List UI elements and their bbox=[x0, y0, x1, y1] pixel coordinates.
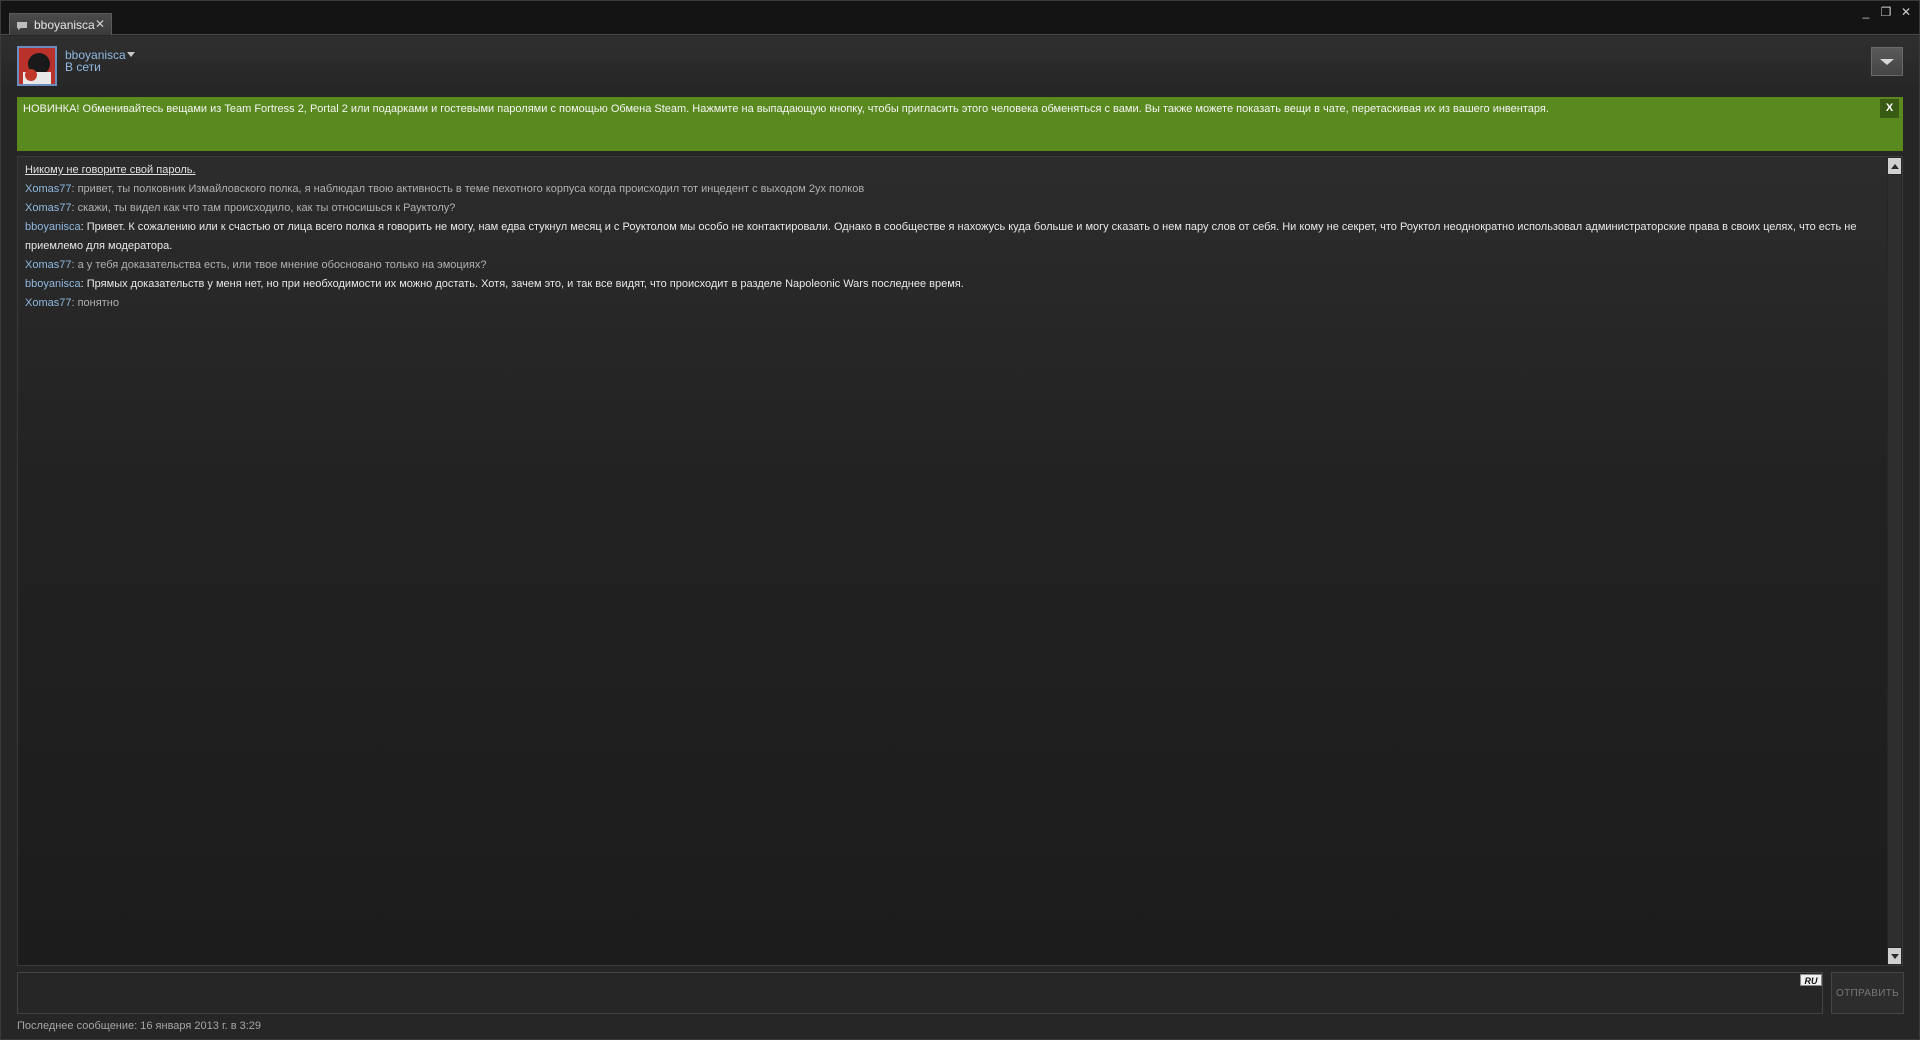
message-author[interactable]: Xomas77 bbox=[25, 183, 71, 195]
arrow-up-icon bbox=[1890, 163, 1899, 169]
password-warning[interactable]: Никому не говорите свой пароль. bbox=[25, 161, 1875, 180]
tab-bboyanisca[interactable]: bboyanisca ✕ bbox=[9, 13, 112, 35]
message-text: : а у тебя доказательства есть, или твое… bbox=[71, 259, 487, 271]
close-icon[interactable]: ✕ bbox=[1899, 5, 1913, 19]
scroll-up-button[interactable] bbox=[1888, 158, 1901, 174]
chat-message: Xomas77: скажи, ты видел как что там про… bbox=[25, 199, 1875, 218]
message-input[interactable] bbox=[17, 972, 1823, 1014]
arrow-down-icon bbox=[1890, 953, 1899, 959]
chat-message: Xomas77: понятно bbox=[25, 294, 1875, 313]
keyboard-language-badge: RU bbox=[1800, 974, 1822, 986]
chat-message: bboyanisca: Привет. К сожалению или к сч… bbox=[25, 218, 1875, 256]
chat-bubble-icon bbox=[16, 20, 28, 30]
chat-scrollbar[interactable] bbox=[1887, 157, 1902, 965]
message-author[interactable]: Xomas77 bbox=[25, 259, 71, 271]
message-text: : понятно bbox=[71, 297, 119, 309]
chat-window: bboyanisca ✕ _ ❐ ✕ bboyanisca В сети НОВ… bbox=[0, 0, 1920, 1040]
notice-text: НОВИНКА! Обменивайтесь вещами из Team Fo… bbox=[23, 103, 1549, 115]
avatar[interactable] bbox=[17, 46, 57, 86]
message-text: : Прямых доказательств у меня нет, но пр… bbox=[80, 278, 964, 290]
message-author[interactable]: bboyanisca bbox=[25, 221, 81, 233]
notice-close-button[interactable]: X bbox=[1880, 99, 1899, 118]
message-text: : скажи, ты видел как что там происходил… bbox=[71, 202, 456, 214]
chat-messages: Никому не говорите свой пароль. Xomas77:… bbox=[25, 161, 1875, 313]
message-text: : привет, ты полковник Измайловского пол… bbox=[71, 183, 865, 195]
triangle-down-icon bbox=[1880, 58, 1894, 65]
send-button[interactable]: ОТПРАВИТЬ bbox=[1831, 972, 1904, 1014]
window-controls: _ ❐ ✕ bbox=[1859, 5, 1913, 19]
message-text: : Привет. К сожалению или к счастью от л… bbox=[25, 221, 1857, 252]
last-message-timestamp: Последнее сообщение: 16 января 2013 г. в… bbox=[17, 1020, 262, 1032]
restore-icon[interactable]: ❐ bbox=[1879, 5, 1893, 19]
chat-message: Xomas77: а у тебя доказательства есть, и… bbox=[25, 256, 1875, 275]
title-bar: bboyanisca ✕ _ ❐ ✕ bbox=[1, 1, 1919, 35]
tab-close-icon[interactable]: ✕ bbox=[95, 17, 105, 31]
status-label: В сети bbox=[65, 60, 101, 74]
chevron-down-icon[interactable] bbox=[127, 52, 135, 57]
message-author[interactable]: Xomas77 bbox=[25, 202, 71, 214]
message-author[interactable]: bboyanisca bbox=[25, 278, 81, 290]
chat-message: Xomas77: привет, ты полковник Измайловск… bbox=[25, 180, 1875, 199]
tab-label: bboyanisca bbox=[34, 17, 95, 32]
options-dropdown-button[interactable] bbox=[1871, 47, 1903, 76]
chat-log[interactable]: Никому не говорите свой пароль. Xomas77:… bbox=[17, 156, 1903, 966]
scroll-down-button[interactable] bbox=[1888, 948, 1901, 964]
chat-message: bboyanisca: Прямых доказательств у меня … bbox=[25, 275, 1875, 294]
minimize-icon[interactable]: _ bbox=[1859, 5, 1873, 19]
scroll-thumb[interactable] bbox=[1888, 175, 1901, 947]
chat-header: bboyanisca В сети bbox=[1, 36, 1919, 91]
message-author[interactable]: Xomas77 bbox=[25, 297, 71, 309]
trade-notice-banner: НОВИНКА! Обменивайтесь вещами из Team Fo… bbox=[17, 97, 1903, 151]
